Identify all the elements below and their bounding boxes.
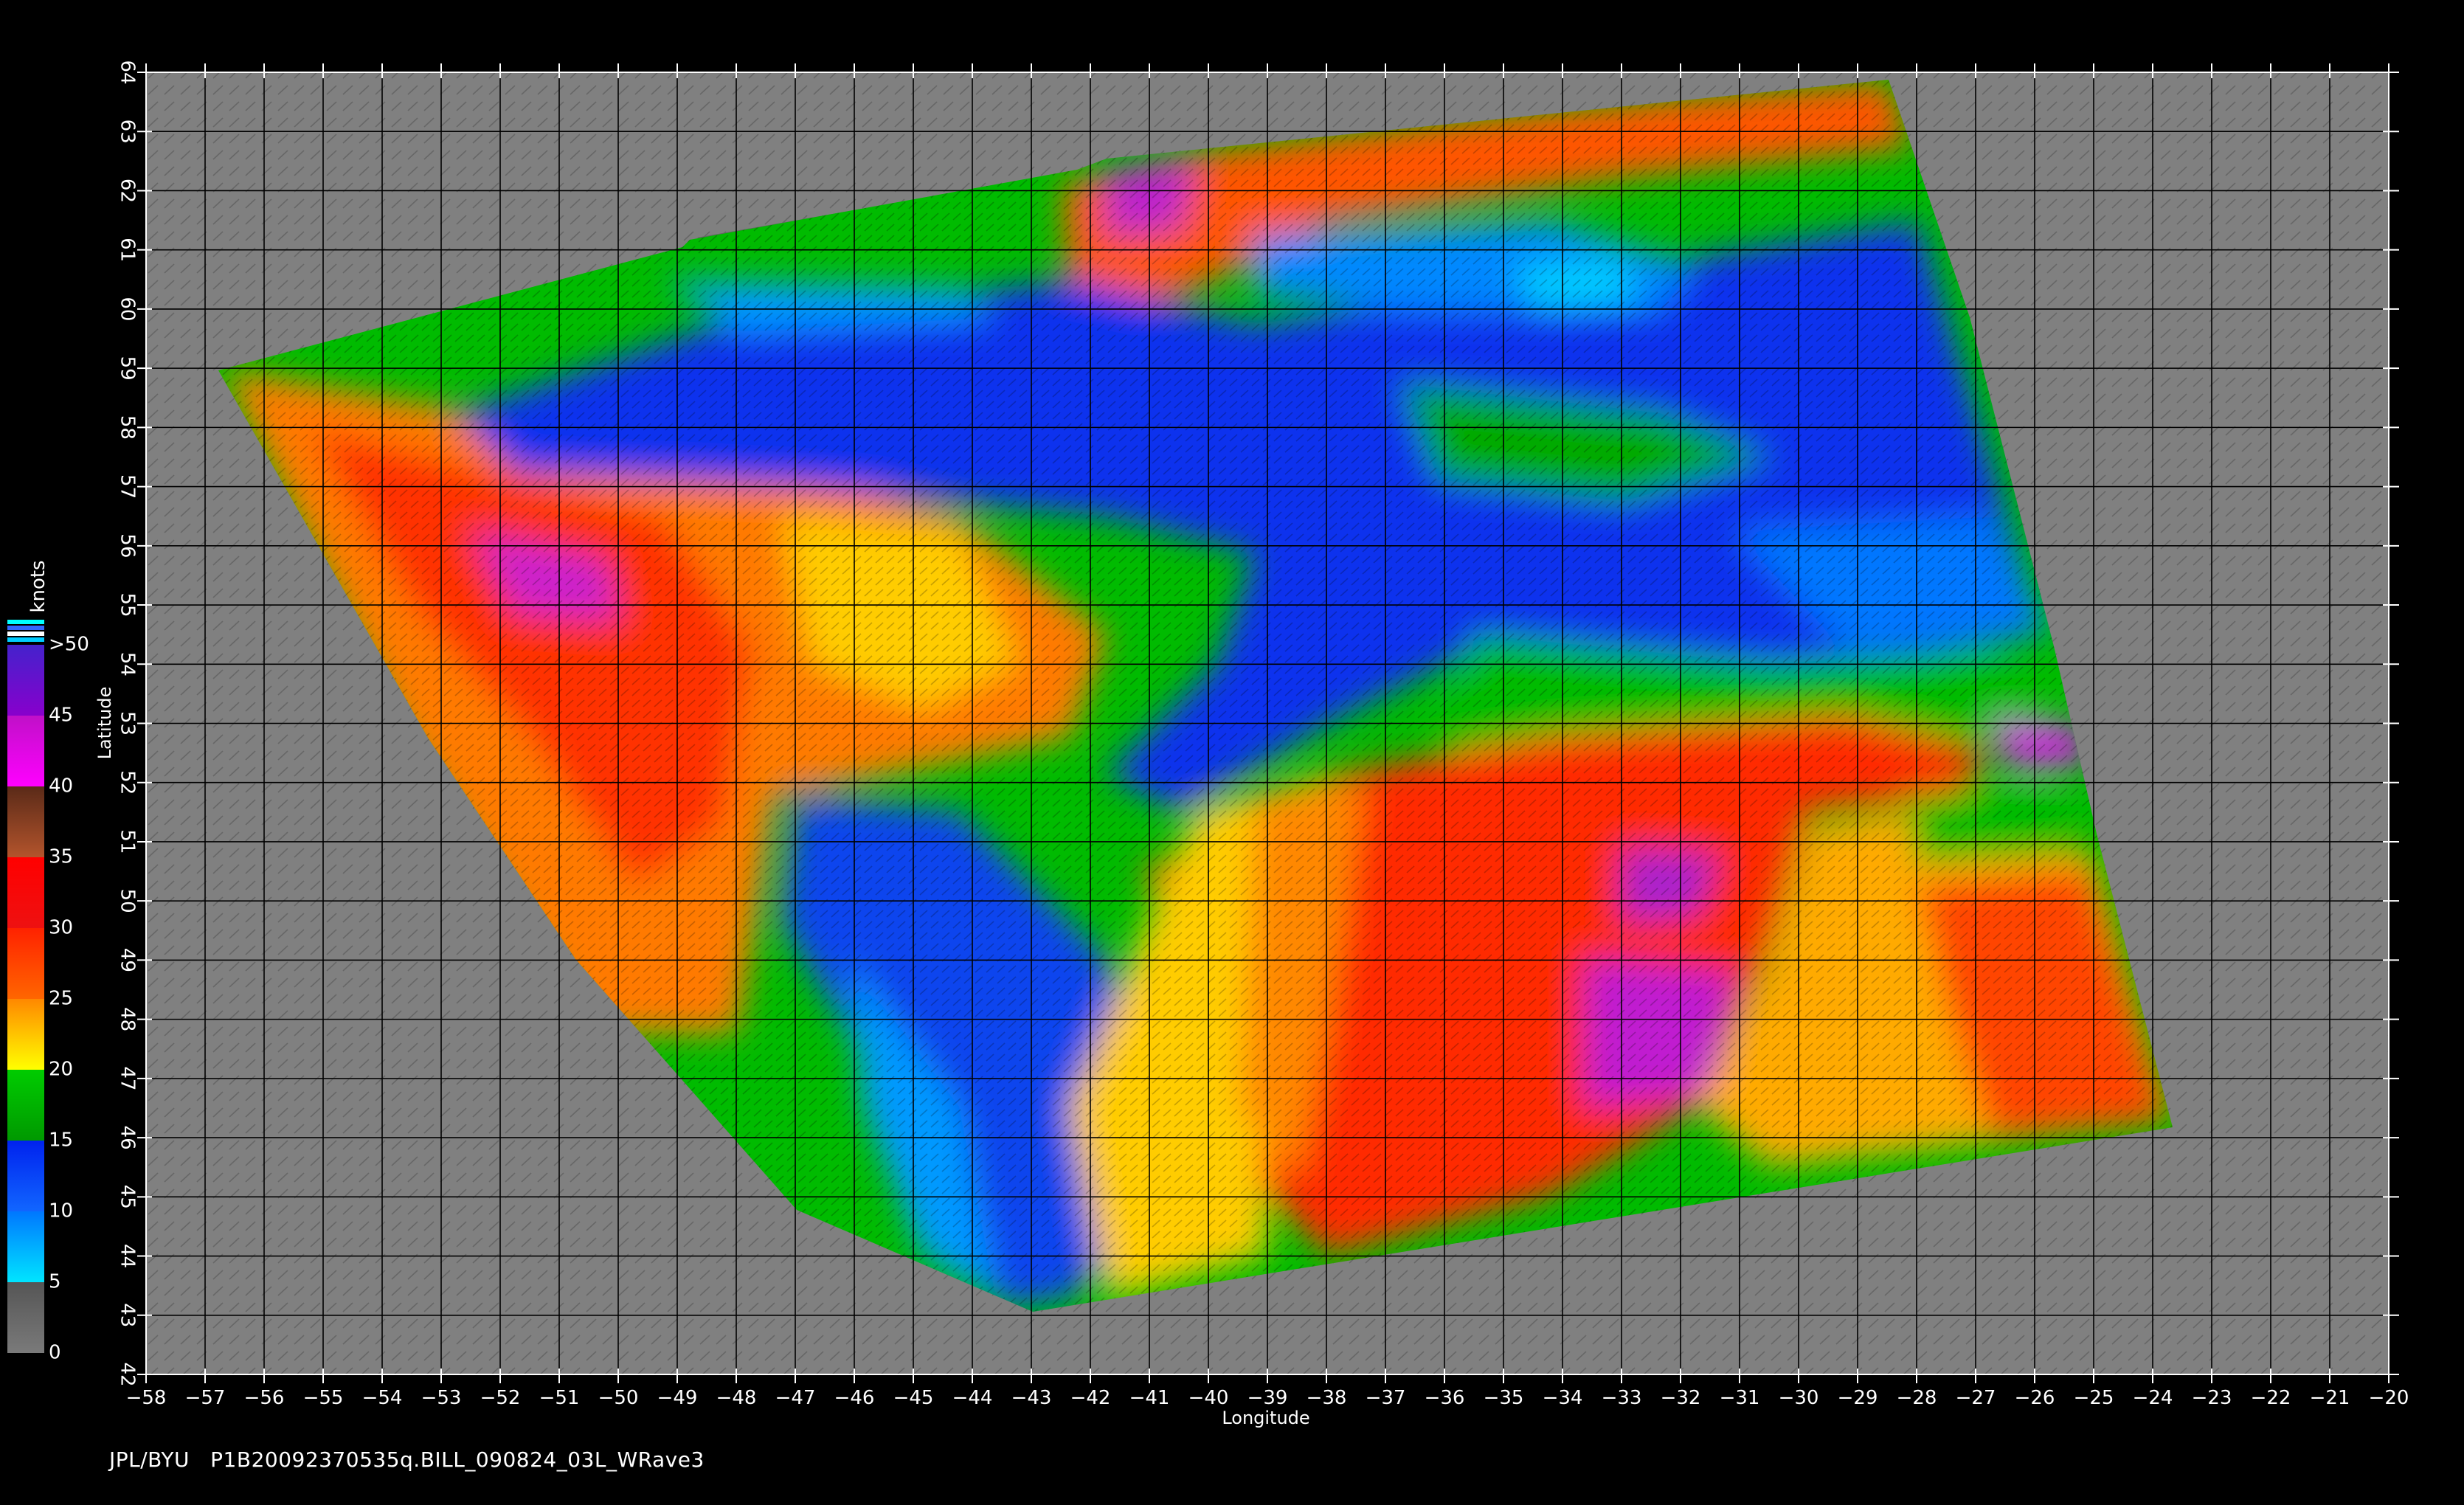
lon-tick-label: −29 xyxy=(1838,1387,1878,1409)
lat-tick-label: 59 xyxy=(117,356,139,381)
x-axis-title: Longitude xyxy=(1222,1408,1309,1428)
lon-tick-label: −35 xyxy=(1484,1387,1524,1409)
lon-tick-label: −24 xyxy=(2133,1387,2173,1409)
lon-tick-label: −20 xyxy=(2369,1387,2409,1409)
footer-credit: JPL/BYU xyxy=(109,1447,190,1472)
lon-tick-label: −44 xyxy=(952,1387,993,1409)
lon-tick-label: −31 xyxy=(1720,1387,1760,1409)
lon-tick-label: −55 xyxy=(303,1387,344,1409)
colorbar-band xyxy=(7,716,44,786)
colorbar-band xyxy=(7,999,44,1070)
colorbar-band xyxy=(7,928,44,999)
colorbar-band xyxy=(7,645,44,716)
lat-tick-label: 46 xyxy=(117,1126,139,1150)
lat-tick-label: 44 xyxy=(117,1244,139,1268)
lon-tick-label: −21 xyxy=(2310,1387,2350,1409)
colorbar-unit: knots xyxy=(27,560,49,612)
lat-tick-label: 52 xyxy=(117,770,139,795)
lon-tick-label: −25 xyxy=(2074,1387,2114,1409)
colorbar-label: 5 xyxy=(49,1271,61,1293)
colorbar-band xyxy=(7,786,44,857)
lon-tick-label: −32 xyxy=(1661,1387,1701,1409)
lon-tick-label: −48 xyxy=(716,1387,757,1409)
lat-tick-label: 42 xyxy=(117,1362,139,1386)
lat-tick-label: 49 xyxy=(117,948,139,972)
lon-tick-label: −47 xyxy=(775,1387,816,1409)
colorbar-cap-stripe xyxy=(7,632,44,636)
lon-tick-label: −58 xyxy=(126,1387,167,1409)
lat-tick-label: 51 xyxy=(117,829,139,854)
lat-tick-label: 48 xyxy=(117,1007,139,1031)
lat-tick-label: 64 xyxy=(117,60,139,84)
lat-tick-label: 55 xyxy=(117,592,139,617)
lon-tick-label: −22 xyxy=(2251,1387,2291,1409)
lat-tick-label: 60 xyxy=(117,297,139,321)
colorbar-label: 20 xyxy=(49,1059,73,1081)
colorbar-label: 25 xyxy=(49,988,73,1010)
lon-tick-label: −45 xyxy=(893,1387,934,1409)
lon-tick-label: −27 xyxy=(1956,1387,1996,1409)
y-axis-title: Latitude xyxy=(94,687,115,760)
colorbar: >50 45 40 35 30 25 20 15 10 5 0 xyxy=(7,620,89,1364)
colorbar-label: 0 xyxy=(49,1342,61,1364)
colorbar-label: 40 xyxy=(49,775,73,798)
lat-tick-label: 57 xyxy=(117,474,139,499)
lon-tick-label: −51 xyxy=(539,1387,580,1409)
colorbar-band xyxy=(7,1211,44,1282)
colorbar-label: 10 xyxy=(49,1200,73,1222)
lat-tick-label: 43 xyxy=(117,1303,139,1327)
lon-tick-label: −50 xyxy=(598,1387,639,1409)
lon-tick-label: −42 xyxy=(1070,1387,1111,1409)
lon-tick-label: −41 xyxy=(1129,1387,1170,1409)
lon-tick-label: −26 xyxy=(2015,1387,2055,1409)
lon-tick-label: −49 xyxy=(657,1387,698,1409)
lat-tick-label: 58 xyxy=(117,415,139,440)
lon-tick-label: −38 xyxy=(1307,1387,1347,1409)
lon-tick-labels: −58 −57 −56 −55 −54 −53 −52 −51 −50 −49 −48 −47 −46−… xyxy=(126,1387,2409,1409)
lon-tick-label: −40 xyxy=(1188,1387,1229,1409)
lon-tick-label: −54 xyxy=(362,1387,403,1409)
colorbar-band xyxy=(7,1070,44,1141)
footer-caption: JPL/BYU P1B20092370535q.BILL_090824_03L_… xyxy=(109,1447,705,1472)
colorbar-cap-stripe xyxy=(7,626,44,630)
lon-tick-label: −37 xyxy=(1366,1387,1406,1409)
lon-tick-label: −39 xyxy=(1247,1387,1288,1409)
lat-tick-label: 63 xyxy=(117,120,139,144)
lon-tick-label: −23 xyxy=(2192,1387,2232,1409)
colorbar-band xyxy=(7,1141,44,1211)
wind-speed-map: −58 −57 −56 −55 −54 −53 −52 −51 −50 −49 −48 −47 −46−… xyxy=(7,60,2409,1428)
colorbar-label: 30 xyxy=(49,917,73,939)
footer-filename: P1B20092370535q.BILL_090824_03L_WRave3 xyxy=(210,1447,705,1472)
colorbar-band xyxy=(7,857,44,928)
colorbar-cap-stripe xyxy=(7,637,44,642)
lon-tick-label: −52 xyxy=(480,1387,521,1409)
lon-tick-label: −46 xyxy=(834,1387,875,1409)
colorbar-label: 35 xyxy=(49,846,73,868)
lat-tick-label: 61 xyxy=(117,238,139,262)
colorbar-band xyxy=(7,1282,44,1353)
lat-tick-label: 47 xyxy=(117,1066,139,1090)
colorbar-label: 15 xyxy=(49,1129,73,1152)
lat-tick-label: 56 xyxy=(117,533,139,558)
lon-tick-label: −56 xyxy=(244,1387,285,1409)
lon-tick-label: −53 xyxy=(421,1387,462,1409)
lon-tick-label: −36 xyxy=(1425,1387,1465,1409)
lon-tick-label: −57 xyxy=(185,1387,226,1409)
lat-tick-label: 54 xyxy=(117,652,139,677)
lat-tick-labels: 42 43 44 45 46 47 48 49 50 51 52 53 54 55 56 57 58 59 60 61… xyxy=(117,60,139,1386)
lon-tick-label: −34 xyxy=(1543,1387,1583,1409)
lat-tick-label: 53 xyxy=(117,711,139,736)
lat-tick-label: 50 xyxy=(117,889,139,913)
lon-tick-label: −33 xyxy=(1602,1387,1642,1409)
colorbar-label: 45 xyxy=(49,705,73,727)
lon-tick-label: −43 xyxy=(1011,1387,1052,1409)
lat-tick-label: 62 xyxy=(117,179,139,203)
lon-tick-label: −30 xyxy=(1779,1387,1819,1409)
colorbar-label: >50 xyxy=(49,634,89,656)
colorbar-cap-stripe xyxy=(7,620,44,624)
lon-tick-label: −28 xyxy=(1897,1387,1937,1409)
lat-tick-label: 45 xyxy=(117,1185,139,1209)
